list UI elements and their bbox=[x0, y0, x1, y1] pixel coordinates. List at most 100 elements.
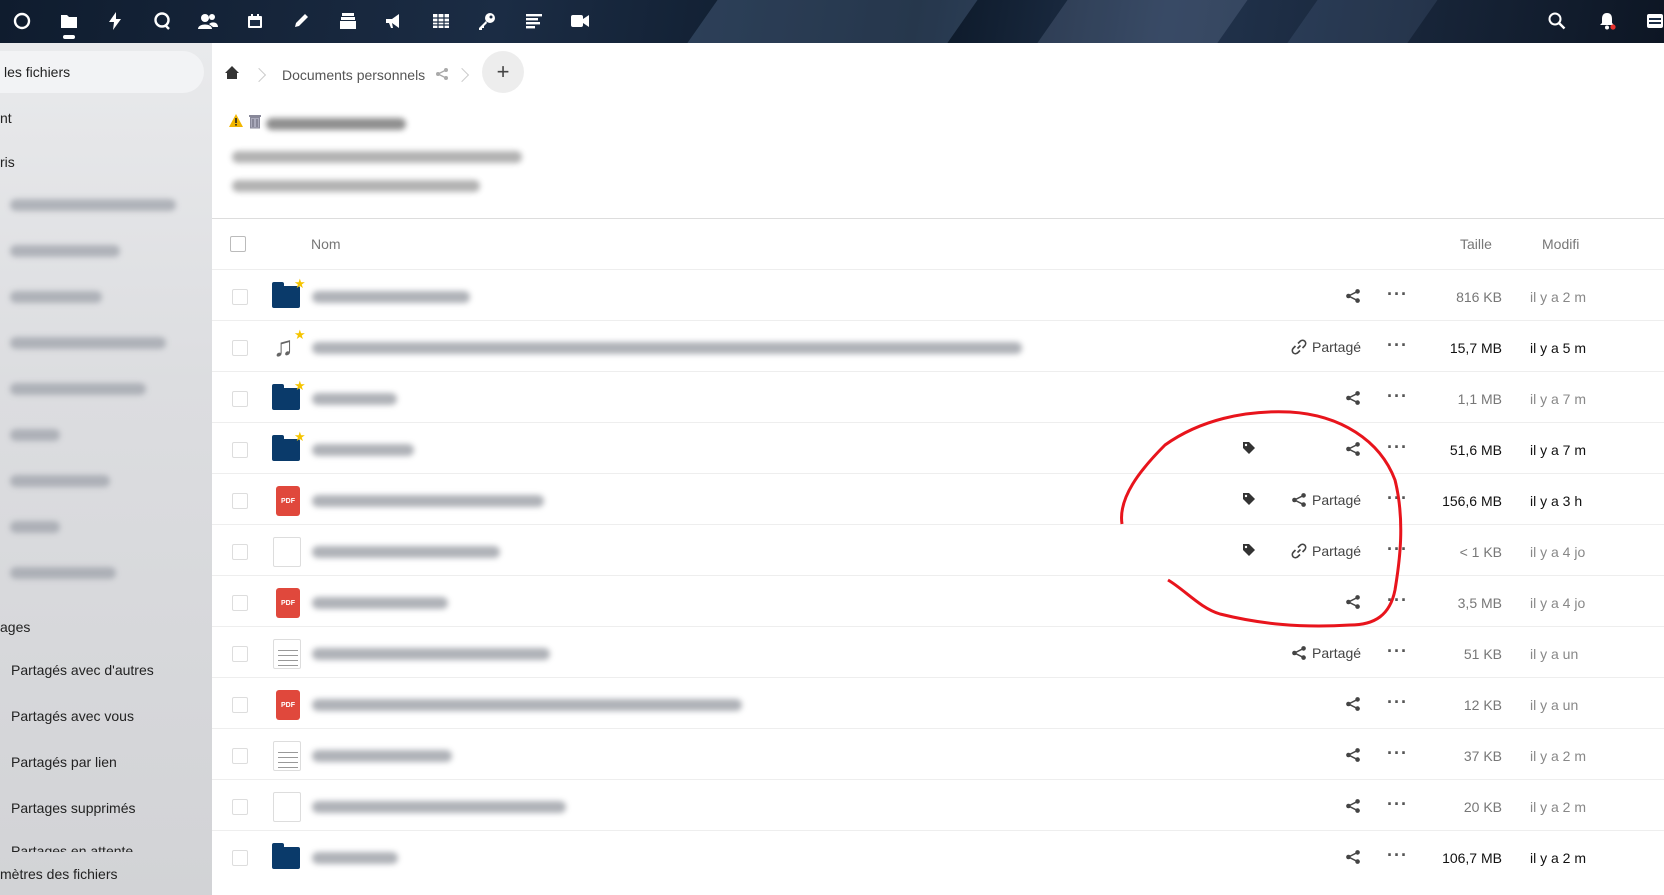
table-row[interactable]: ★ ··· 1,1 MB il y a 7 m bbox=[212, 371, 1664, 425]
table-row[interactable]: ♫ ★ Partagé ··· 15,7 MB il y a 5 m bbox=[212, 320, 1664, 374]
more-actions-icon[interactable]: ··· bbox=[1387, 437, 1408, 458]
dashboard-icon[interactable] bbox=[7, 6, 37, 36]
more-actions-icon[interactable]: ··· bbox=[1387, 692, 1408, 713]
more-actions-icon[interactable]: ··· bbox=[1387, 794, 1408, 815]
files-icon[interactable] bbox=[54, 6, 84, 39]
row-checkbox[interactable] bbox=[232, 340, 248, 356]
row-checkbox[interactable] bbox=[232, 595, 248, 611]
notifications-icon[interactable] bbox=[1592, 6, 1622, 36]
share-icon[interactable] bbox=[1345, 849, 1361, 865]
share-icon[interactable] bbox=[1345, 390, 1361, 406]
link-icon[interactable] bbox=[1291, 543, 1307, 559]
select-all-checkbox[interactable] bbox=[230, 236, 246, 252]
notes-icon[interactable] bbox=[286, 6, 316, 36]
file-name[interactable] bbox=[312, 597, 448, 609]
breadcrumb-folder[interactable]: Documents personnels bbox=[282, 67, 425, 83]
file-name[interactable] bbox=[312, 291, 470, 303]
table-row[interactable]: PDF ··· 12 KB il y a un bbox=[212, 677, 1664, 731]
more-actions-icon[interactable]: ··· bbox=[1387, 386, 1408, 407]
sidebar-item-shared-by-link[interactable]: Partagés par lien bbox=[11, 754, 117, 770]
file-name[interactable] bbox=[312, 852, 398, 864]
share-icon[interactable] bbox=[1345, 594, 1361, 610]
row-checkbox[interactable] bbox=[232, 289, 248, 305]
more-actions-icon[interactable]: ··· bbox=[1387, 845, 1408, 866]
table-row[interactable]: Partagé ··· 51 KB il y a un bbox=[212, 626, 1664, 680]
sidebar-item-shared-with-others[interactable]: Partagés avec d'autres bbox=[11, 662, 154, 678]
row-checkbox[interactable] bbox=[232, 493, 248, 509]
more-actions-icon[interactable]: ··· bbox=[1387, 284, 1408, 305]
file-name[interactable] bbox=[312, 648, 550, 660]
row-checkbox[interactable] bbox=[232, 850, 248, 866]
sidebar-item-pending-shares[interactable]: Partages en attente bbox=[11, 843, 133, 852]
sidebar-item-deleted-shares[interactable]: Partages supprimés bbox=[11, 800, 136, 816]
link-icon[interactable] bbox=[1291, 339, 1307, 355]
sidebar-settings[interactable]: mètres des fichiers bbox=[0, 866, 117, 882]
file-name[interactable] bbox=[312, 393, 397, 405]
announcements-icon[interactable] bbox=[379, 6, 409, 36]
share-icon[interactable] bbox=[1291, 645, 1307, 661]
tag-icon[interactable] bbox=[1242, 492, 1256, 506]
more-actions-icon[interactable]: ··· bbox=[1387, 539, 1408, 560]
row-checkbox[interactable] bbox=[232, 646, 248, 662]
share-icon[interactable] bbox=[1291, 492, 1307, 508]
file-name[interactable] bbox=[312, 444, 414, 456]
sidebar-item-favorites[interactable]: ris bbox=[0, 154, 15, 170]
table-row[interactable]: ··· 20 KB il y a 2 m bbox=[212, 779, 1664, 833]
file-name[interactable] bbox=[312, 495, 544, 507]
account-icon[interactable] bbox=[1640, 6, 1664, 36]
table-row[interactable]: ★ ··· 51,6 MB il y a 7 m bbox=[212, 422, 1664, 476]
row-checkbox[interactable] bbox=[232, 544, 248, 560]
column-size[interactable]: Taille bbox=[1460, 236, 1492, 252]
share-label[interactable]: Partagé bbox=[1312, 492, 1361, 508]
column-modified[interactable]: Modifi bbox=[1542, 236, 1579, 252]
deck-icon[interactable] bbox=[333, 6, 363, 36]
row-checkbox[interactable] bbox=[232, 442, 248, 458]
row-checkbox[interactable] bbox=[232, 697, 248, 713]
file-name[interactable] bbox=[312, 342, 1022, 354]
share-label[interactable]: Partagé bbox=[1312, 339, 1361, 355]
calendar-icon[interactable] bbox=[240, 6, 270, 36]
more-actions-icon[interactable]: ··· bbox=[1387, 743, 1408, 764]
video-icon[interactable] bbox=[565, 6, 595, 36]
share-icon[interactable] bbox=[1345, 696, 1361, 712]
table-row[interactable]: PDF ··· 3,5 MB il y a 4 jo bbox=[212, 575, 1664, 629]
share-label[interactable]: Partagé bbox=[1312, 645, 1361, 661]
table-row[interactable]: ··· 106,7 MB il y a 2 m bbox=[212, 830, 1664, 884]
more-actions-icon[interactable]: ··· bbox=[1387, 488, 1408, 509]
table-row[interactable]: ★ ··· 816 KB il y a 2 m bbox=[212, 269, 1664, 323]
more-actions-icon[interactable]: ··· bbox=[1387, 590, 1408, 611]
tables-icon[interactable] bbox=[426, 6, 456, 36]
table-row[interactable]: PDF Partagé ··· 156,6 MB il y a 3 h bbox=[212, 473, 1664, 527]
share-icon[interactable] bbox=[1345, 798, 1361, 814]
passwords-icon[interactable] bbox=[472, 6, 502, 36]
more-actions-icon[interactable]: ··· bbox=[1387, 335, 1408, 356]
file-name[interactable] bbox=[312, 750, 452, 762]
column-name[interactable]: Nom bbox=[311, 236, 341, 252]
home-icon[interactable] bbox=[224, 65, 240, 85]
sidebar-item-recent[interactable]: nt bbox=[0, 110, 12, 126]
sidebar-item-shared-with-you[interactable]: Partagés avec vous bbox=[11, 708, 134, 724]
file-name[interactable] bbox=[312, 801, 566, 813]
row-checkbox[interactable] bbox=[232, 748, 248, 764]
activity-icon[interactable] bbox=[100, 6, 130, 36]
share-icon[interactable] bbox=[1345, 288, 1361, 304]
talk-icon[interactable] bbox=[147, 6, 177, 36]
table-row[interactable]: ··· 37 KB il y a 2 m bbox=[212, 728, 1664, 782]
tag-icon[interactable] bbox=[1242, 441, 1256, 455]
file-name[interactable] bbox=[312, 546, 500, 558]
table-row[interactable]: Partagé ··· < 1 KB il y a 4 jo bbox=[212, 524, 1664, 578]
sidebar-item-shares[interactable]: ages bbox=[0, 619, 30, 635]
row-checkbox[interactable] bbox=[232, 391, 248, 407]
new-button[interactable]: + bbox=[482, 51, 524, 93]
share-icon[interactable] bbox=[435, 67, 449, 84]
share-icon[interactable] bbox=[1345, 747, 1361, 763]
contacts-icon[interactable] bbox=[193, 6, 223, 36]
search-icon[interactable] bbox=[1542, 6, 1572, 36]
share-label[interactable]: Partagé bbox=[1312, 543, 1361, 559]
share-icon[interactable] bbox=[1345, 441, 1361, 457]
file-name[interactable] bbox=[312, 699, 742, 711]
row-checkbox[interactable] bbox=[232, 799, 248, 815]
tasks-icon[interactable] bbox=[519, 6, 549, 36]
tag-icon[interactable] bbox=[1242, 543, 1256, 557]
more-actions-icon[interactable]: ··· bbox=[1387, 641, 1408, 662]
